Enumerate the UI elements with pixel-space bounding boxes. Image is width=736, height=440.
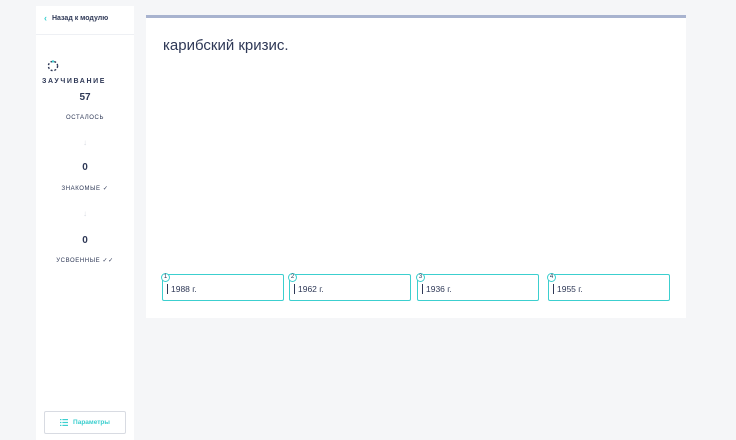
option-marker bbox=[553, 284, 554, 294]
question-card: карибский кризис. 1 1988 г. 2 1962 г. 3 … bbox=[146, 15, 686, 318]
remaining-label: ОСТАЛОСЬ bbox=[65, 115, 105, 121]
option-text: 1962 г. bbox=[298, 284, 324, 294]
parameters-label: Параметры bbox=[73, 419, 110, 426]
option-marker bbox=[294, 284, 295, 294]
progress-bar bbox=[146, 15, 686, 18]
sidebar: ‹ Назад к модулю ЗАУЧИВАНИЕ 57 ОСТАЛОСЬ … bbox=[36, 6, 134, 440]
spinner-icon bbox=[47, 60, 59, 72]
option-number-badge: 4 bbox=[547, 273, 556, 282]
arrow-down-icon: ↓ bbox=[83, 138, 87, 147]
answer-option-4[interactable]: 4 1955 г. bbox=[547, 273, 670, 301]
answer-option-3[interactable]: 3 1936 г. bbox=[416, 273, 539, 301]
arrow-down-icon: ↓ bbox=[83, 209, 87, 218]
mastered-label: УСВОЕННЫЕ ✓✓ bbox=[56, 258, 114, 264]
mastered-count: 0 bbox=[82, 235, 88, 246]
option-number-badge: 3 bbox=[416, 273, 425, 282]
option-text: 1955 г. bbox=[557, 284, 583, 294]
option-text: 1988 г. bbox=[171, 284, 197, 294]
option-number-badge: 2 bbox=[288, 273, 297, 282]
option-number-badge: 1 bbox=[161, 273, 170, 282]
mode-label: ЗАУЧИВАНИЕ bbox=[42, 78, 106, 85]
option-marker bbox=[422, 284, 423, 294]
back-to-module-link[interactable]: ‹ Назад к модулю bbox=[44, 13, 109, 23]
remaining-count: 57 bbox=[79, 92, 91, 103]
question-prompt: карибский кризис. bbox=[163, 37, 289, 54]
back-link-label: Назад к модулю bbox=[52, 15, 109, 22]
familiar-count: 0 bbox=[82, 162, 88, 173]
option-marker bbox=[167, 284, 168, 294]
chevron-left-icon: ‹ bbox=[44, 13, 47, 23]
option-text: 1936 г. bbox=[426, 284, 452, 294]
parameters-button[interactable]: Параметры bbox=[44, 411, 126, 434]
answer-option-1[interactable]: 1 1988 г. bbox=[161, 273, 284, 301]
familiar-label: ЗНАКОМЫЕ ✓ bbox=[61, 186, 109, 192]
answer-option-2[interactable]: 2 1962 г. bbox=[288, 273, 411, 301]
sidebar-divider bbox=[36, 34, 134, 35]
settings-list-icon bbox=[60, 419, 69, 426]
